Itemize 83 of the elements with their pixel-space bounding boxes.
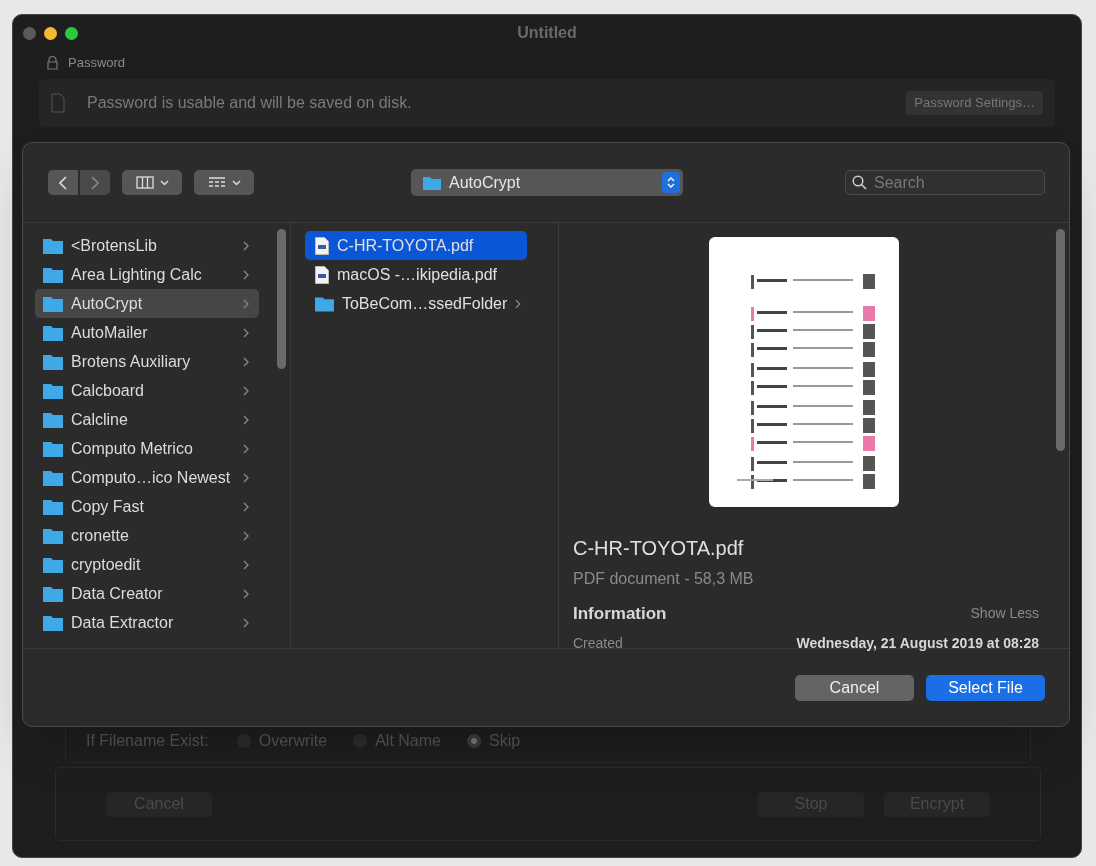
back-button[interactable] [48,170,78,195]
scrollbar[interactable] [277,229,286,369]
caret-icon [159,179,169,186]
forward-button[interactable] [80,170,110,195]
password-status-text: Password is usable and will be saved on disk. [87,93,413,113]
chevron-right-icon [243,269,249,280]
view-mode-button[interactable] [122,170,182,195]
select-file-button[interactable]: Select File [926,674,1045,701]
file-row[interactable]: macOS -…ikipedia.pdf [305,260,527,289]
folder-row[interactable]: Calcline [35,405,259,434]
search-field[interactable]: Search [845,170,1045,195]
folder-row[interactable]: cronette [35,521,259,550]
columns-icon [135,176,154,189]
minimize-button[interactable] [44,26,57,40]
chevron-right-icon [243,356,249,367]
chevron-right-icon [243,588,249,599]
folder-row[interactable]: Brotens Auxiliary [35,347,259,376]
folder-icon [315,295,334,312]
folder-row[interactable]: Copy Fast [35,492,259,521]
folder-row[interactable]: ToBeCom…ssedFolder [305,289,527,318]
window-title: Untitled [517,23,577,43]
folder-icon [43,411,63,428]
cancel-button[interactable]: Cancel [795,674,914,701]
field-value: Wednesday, 21 August 2019 at 08:28 [796,633,1039,653]
folder-icon [43,556,63,573]
grid-icon [207,176,226,189]
chevron-right-icon [243,617,249,628]
radio-button[interactable] [466,734,481,748]
pdf-file-icon [315,236,329,255]
chevron-right-icon [243,501,249,512]
folder-icon [43,469,63,486]
folder-row[interactable]: <BrotensLib [35,231,259,260]
lock-icon [47,56,58,70]
location-dropdown[interactable]: AutoCrypt [411,169,683,196]
folder-row[interactable]: cryptoedit [35,550,259,579]
folder-row[interactable]: Data Extractor [35,608,259,637]
chevron-right-icon [243,298,249,309]
folder-icon [43,237,63,254]
folder-icon [43,585,63,602]
folder-icon [43,353,63,370]
group-button[interactable] [194,170,254,195]
folder-icon [43,498,63,515]
section-heading: Information [573,603,667,625]
section-label: Password [68,54,126,73]
field-label: Created [573,633,623,653]
pdf-file-icon [315,265,329,284]
folder-row[interactable]: AutoMailer [35,318,259,347]
chevron-right-icon [243,472,249,483]
folder-row[interactable]: Computo…ico Newest [35,463,259,492]
search-icon [852,175,867,190]
chevron-right-icon [243,327,249,338]
file-name: C-HR-TOYOTA.pdf [573,536,745,561]
chevron-right-icon [243,559,249,570]
folder-row[interactable]: AutoCrypt [35,289,259,318]
chevron-right-icon [515,298,521,309]
folder-icon [43,440,63,457]
chevron-left-icon [59,175,67,190]
zoom-button[interactable] [65,26,78,40]
folder-icon [43,382,63,399]
chevron-right-icon [91,175,99,190]
folder-icon [43,324,63,341]
document-icon [51,93,65,113]
folder-row[interactable]: Area Lighting Calc [35,260,259,289]
caret-icon [231,179,241,186]
close-button[interactable] [23,26,36,40]
folder-row[interactable]: Computo Metrico [35,434,259,463]
folder-icon [43,266,63,283]
file-row[interactable]: C-HR-TOYOTA.pdf [305,231,527,260]
chevron-right-icon [243,443,249,454]
show-less-link[interactable]: Show Less [970,603,1039,625]
folder-icon [43,614,63,631]
chevron-right-icon [243,414,249,425]
folder-row[interactable]: Data Creator [35,579,259,608]
chevron-right-icon [243,530,249,541]
scrollbar[interactable] [1056,229,1065,451]
chevron-right-icon [243,240,249,251]
folder-row[interactable]: Calcboard [35,376,259,405]
folder-icon [423,175,441,190]
folder-icon [43,295,63,312]
stepper-icon [662,172,680,193]
file-type: PDF document - 58,3 MB [573,569,755,589]
folder-icon [43,527,63,544]
chevron-right-icon [243,385,249,396]
